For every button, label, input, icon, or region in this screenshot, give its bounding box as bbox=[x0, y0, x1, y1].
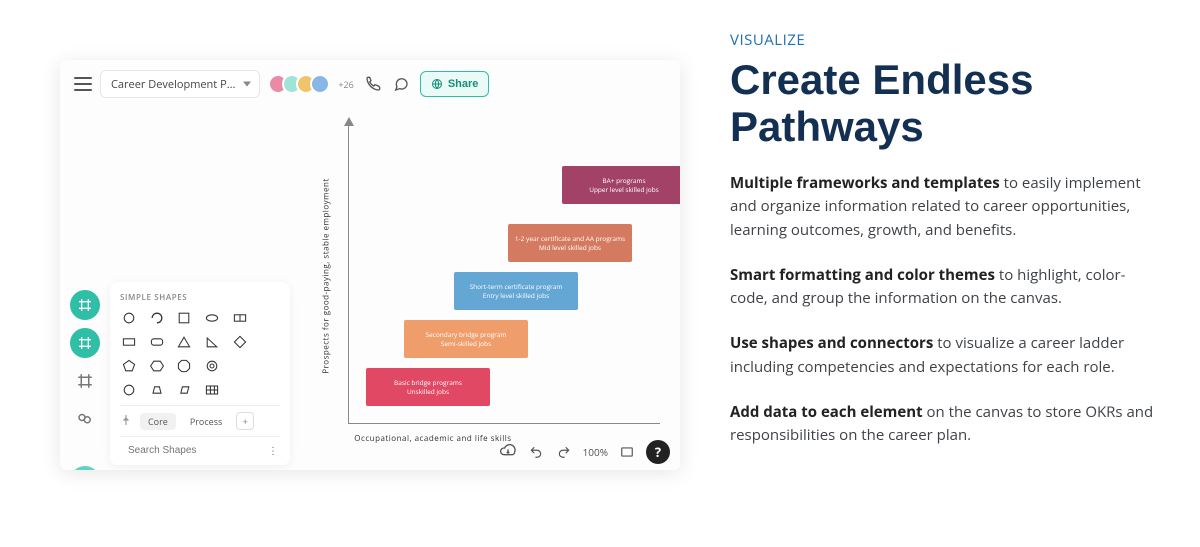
marketing-copy: VISUALIZE Create Endless Pathways Multip… bbox=[700, 0, 1200, 547]
feature-bold: Multiple frameworks and templates bbox=[730, 173, 1000, 193]
shape-arc-icon[interactable] bbox=[148, 309, 166, 327]
ladder-step[interactable]: Short-term certificate program Entry lev… bbox=[454, 272, 578, 310]
shape-circle-icon[interactable] bbox=[120, 309, 138, 327]
step-sub: Semi-skilled jobs bbox=[441, 339, 491, 348]
step-title: Basic bridge programs bbox=[394, 378, 462, 387]
avatar bbox=[310, 74, 330, 94]
feature-bold: Add data to each element bbox=[730, 402, 923, 422]
shape-roundrect-icon[interactable] bbox=[148, 333, 166, 351]
feature-bold: Use shapes and connectors bbox=[730, 333, 933, 353]
share-button[interactable]: Share bbox=[420, 71, 490, 97]
close-panel-button[interactable] bbox=[70, 466, 100, 470]
shape-category-row: Core Process + bbox=[120, 405, 280, 430]
shape-octagon-icon[interactable] bbox=[175, 357, 193, 375]
avatar-overflow-count: +26 bbox=[338, 78, 353, 91]
menu-icon[interactable] bbox=[74, 77, 92, 91]
pin-icon[interactable] bbox=[120, 414, 134, 428]
app-screenshot-region: Career Development P... +26 bbox=[0, 0, 700, 547]
step-title: Short-term certificate program bbox=[470, 282, 563, 291]
shape-square-icon[interactable] bbox=[175, 309, 193, 327]
feature-paragraph: Smart formatting and color themes to hig… bbox=[730, 264, 1160, 311]
shape-rect-icon[interactable] bbox=[120, 333, 138, 351]
ladder-step[interactable]: BA+ programs Upper level skilled jobs bbox=[562, 166, 680, 204]
shape-right-triangle-icon[interactable] bbox=[203, 333, 221, 351]
fullscreen-icon[interactable] bbox=[618, 443, 636, 461]
frame-tool-alt-button[interactable] bbox=[70, 328, 100, 358]
step-sub: Entry level skilled jobs bbox=[483, 291, 549, 300]
group-tool-button[interactable] bbox=[70, 404, 100, 434]
tool-rail bbox=[70, 290, 100, 470]
y-axis bbox=[348, 118, 349, 424]
step-sub: Upper level skilled jobs bbox=[589, 185, 659, 194]
shape-parallelogram-icon[interactable] bbox=[175, 381, 193, 399]
share-button-label: Share bbox=[448, 78, 479, 90]
page-heading: Create Endless Pathways bbox=[730, 56, 1160, 150]
help-button[interactable]: ? bbox=[646, 440, 670, 464]
x-axis-label: Occupational, academic and life skills bbox=[354, 433, 511, 444]
shape-ellipse-icon[interactable] bbox=[203, 309, 221, 327]
shape-trapezoid-icon[interactable] bbox=[148, 381, 166, 399]
shape-halfrect-icon[interactable] bbox=[231, 309, 249, 327]
step-sub: Unskilled jobs bbox=[407, 387, 449, 396]
app-window: Career Development P... +26 bbox=[60, 60, 680, 470]
zoom-level[interactable]: 100% bbox=[583, 445, 608, 459]
grid-tool-button[interactable] bbox=[70, 366, 100, 396]
status-bar: 100% ? bbox=[499, 440, 670, 464]
shape-triangle-icon[interactable] bbox=[175, 333, 193, 351]
ladder-step[interactable]: 1-2 year certificate and AA programs Mid… bbox=[508, 224, 632, 262]
feature-paragraph: Use shapes and connectors to visualize a… bbox=[730, 332, 1160, 379]
eyebrow: VISUALIZE bbox=[730, 30, 1160, 50]
shape-hexagon-icon[interactable] bbox=[148, 357, 166, 375]
shape-table-icon[interactable] bbox=[203, 381, 221, 399]
avatar-stack[interactable] bbox=[274, 74, 330, 94]
shape-search-row: ⋮ bbox=[120, 436, 280, 457]
top-bar: Career Development P... +26 bbox=[60, 60, 680, 108]
feature-bold: Smart formatting and color themes bbox=[730, 265, 995, 285]
shape-pentagon-icon[interactable] bbox=[120, 357, 138, 375]
feature-paragraph: Add data to each element on the canvas t… bbox=[730, 401, 1160, 448]
more-icon[interactable]: ⋮ bbox=[268, 443, 280, 457]
frame-tool-button[interactable] bbox=[70, 290, 100, 320]
shape-search-input[interactable] bbox=[126, 444, 262, 457]
shapes-panel: SIMPLE SHAPES bbox=[110, 282, 290, 465]
call-icon[interactable] bbox=[364, 75, 382, 93]
redo-icon[interactable] bbox=[555, 443, 573, 461]
step-title: Secondary bridge program bbox=[426, 330, 507, 339]
x-axis bbox=[348, 423, 660, 424]
undo-icon[interactable] bbox=[527, 443, 545, 461]
comment-icon[interactable] bbox=[392, 75, 410, 93]
feature-paragraph: Multiple frameworks and templates to eas… bbox=[730, 172, 1160, 242]
add-category-button[interactable]: + bbox=[236, 412, 254, 430]
step-title: 1-2 year certificate and AA programs bbox=[515, 234, 625, 243]
shapes-grid bbox=[120, 309, 280, 399]
category-core-tab[interactable]: Core bbox=[140, 413, 176, 430]
y-axis-label: Prospects for good-paying, stable employ… bbox=[321, 178, 332, 374]
cloud-sync-icon[interactable] bbox=[499, 443, 517, 461]
document-picker[interactable]: Career Development P... bbox=[100, 70, 260, 98]
step-title: BA+ programs bbox=[602, 176, 645, 185]
shapes-panel-title: SIMPLE SHAPES bbox=[120, 292, 280, 303]
shape-circle2-icon[interactable] bbox=[120, 381, 138, 399]
step-sub: Mid level skilled jobs bbox=[539, 243, 601, 252]
ladder-step[interactable]: Secondary bridge program Semi-skilled jo… bbox=[404, 320, 528, 358]
ladder-step[interactable]: Basic bridge programs Unskilled jobs bbox=[366, 368, 490, 406]
category-process-tab[interactable]: Process bbox=[182, 413, 230, 430]
collaborators: +26 Share bbox=[274, 71, 489, 97]
shape-diamond-icon[interactable] bbox=[231, 333, 249, 351]
shape-ring-icon[interactable] bbox=[203, 357, 221, 375]
